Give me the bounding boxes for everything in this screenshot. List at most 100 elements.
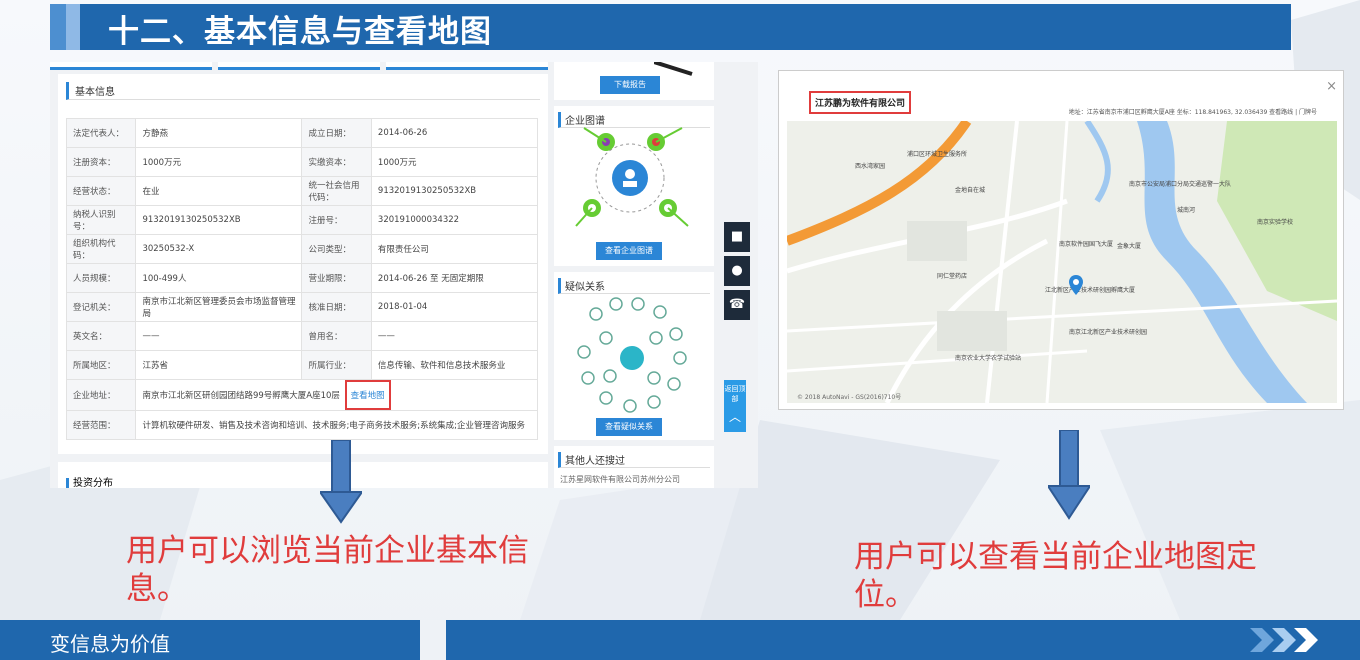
graph-box: 企业图谱 查看企业图谱 (554, 106, 714, 266)
field-value: 100-499人 (135, 263, 303, 293)
relation-heading: 疑似关系 (558, 278, 710, 294)
company-name-label: 江苏鹏为软件有限公司 (809, 91, 912, 114)
title-bar: 十二、基本信息与查看地图 (50, 4, 1291, 50)
download-report-button[interactable]: 下载报告 (600, 76, 660, 94)
address-value: 南京市江北新区研创园团结路99号孵鹰大厦A座10层 (142, 391, 340, 401)
down-arrow-left-icon (320, 440, 362, 524)
table-row: 法定代表人： 方静燕 成立日期： 2014-06-26 (65, 118, 539, 148)
map-label: 南京农业大学农学试验站 (955, 355, 1022, 362)
tab[interactable] (386, 62, 548, 70)
map-label: 西水湾家园 (855, 163, 886, 170)
map-view[interactable]: 浦口区环城卫生服务所 西水湾家园 南京软件园国飞大厦 江北新区产业技术研创园孵鹰大厦南… (787, 121, 1337, 403)
table-row: 组织机构代码： 30250532-X 公司类型： 有限责任公司 (65, 234, 539, 264)
footer-slogan: 变信息为价值 (50, 632, 170, 656)
caption-left: 用户可以浏览当前企业基本信息。 (126, 533, 529, 607)
field-label: 所属行业： (301, 350, 372, 380)
scope-label: 经营范围： (65, 410, 137, 440)
field-value: —— (135, 321, 303, 351)
basic-info-panel: 基本信息 法定代表人： 方静燕 成立日期： 2014-06-26 注册资本： 1000万元… (58, 74, 548, 454)
back-to-top-button[interactable]: 返回顶部 ︿ (724, 380, 746, 432)
back-to-top-label: 返回顶部 (724, 385, 746, 403)
map-label: 浦口区环城卫生服务所 (907, 151, 968, 158)
field-label: 营业期限： (301, 263, 372, 293)
phone-icon[interactable]: ☎ (724, 290, 750, 320)
field-label: 登记机关： (65, 292, 137, 322)
others-item[interactable]: 江苏星网软件有限公司苏州分公司 (554, 474, 714, 485)
basic-info-heading: 基本信息 (66, 82, 540, 100)
tab[interactable] (50, 62, 212, 70)
relation-box: 疑似关系 查看疑似关系 (554, 272, 714, 440)
map-label: 江北新区产业技术研创园孵鹰大厦 (1045, 287, 1136, 294)
others-heading: 其他人还搜过 (558, 452, 710, 468)
table-row: 企业地址： 南京市江北新区研创园团结路99号孵鹰大厦A座10层 查看地图 (65, 379, 538, 411)
map-copyright: © 2018 AutoNavi - GS(2016)710号 (797, 394, 902, 401)
field-value: 2014-06-26 至 无固定期限 (370, 263, 539, 293)
field-value: 信息传输、软件和信息技术服务业 (370, 350, 539, 380)
chat-icon[interactable]: ■ (724, 222, 750, 252)
table-row: 经营状态： 在业 统一社会信用代码： 913201913025053​2XB (65, 176, 539, 206)
table-row: 注册资本： 1000万元 实缴资本： 1000万元 (65, 147, 539, 177)
basic-info-table: 法定代表人： 方静燕 成立日期： 2014-06-26 注册资本： 1000万元 实缴资本：… (65, 118, 539, 440)
map-screenshot: 江苏鹏为软件有限公司 地址：江苏省南京市浦口区孵鹰大厦A座 坐标：118.841… (778, 70, 1344, 410)
field-label: 法定代表人： (65, 118, 137, 148)
map-label: 南京江北新区产业技术研创园 (1069, 329, 1148, 336)
field-value: 1000万元 (370, 147, 539, 177)
table-row: 英文名： —— 曾用名： —— (65, 321, 539, 351)
address-label: 企业地址： (65, 379, 137, 411)
field-label: 实缴资本： (301, 147, 372, 177)
map-pin-icon[interactable] (1069, 275, 1083, 295)
field-value: 在业 (135, 176, 303, 206)
chevrons-icon (1250, 628, 1318, 652)
view-map-link[interactable]: 查看地图 (344, 380, 391, 410)
company-info-screenshot: 基本信息 法定代表人： 方静燕 成立日期： 2014-06-26 注册资本： 1000万元… (50, 62, 758, 488)
invest-heading: 投资分布 (66, 478, 113, 488)
table-row: 所属地区： 江苏省 所属行业： 信息传输、软件和信息技术服务业 (65, 350, 539, 380)
top-tabs (50, 62, 548, 70)
map-label: 南京市公安局浦口分局交通巡警一大队 (1129, 181, 1232, 188)
field-label: 人员规模： (65, 263, 137, 293)
field-label: 注册资本： (65, 147, 137, 177)
qq-icon[interactable]: ● (724, 256, 750, 286)
field-value: 913201913025053​2XB (135, 205, 303, 235)
slide-title: 十二、基本信息与查看地图 (108, 14, 492, 50)
down-arrow-right-icon (1048, 430, 1090, 520)
field-value: 913201913025053​2XB (370, 176, 539, 206)
field-value: 1000万元 (135, 147, 303, 177)
map-header: 江苏鹏为软件有限公司 地址：江苏省南京市浦口区孵鹰大厦A座 坐标：118.841… (779, 71, 1343, 121)
field-value: 2014-06-26 (370, 118, 539, 148)
field-value: 南京市江北新区管理委员会市场监督管理局 (135, 292, 303, 322)
field-value: 江苏省 (135, 350, 303, 380)
footer-left: 变信息为价值 (0, 620, 420, 660)
field-label: 注册号： (301, 205, 372, 235)
view-relation-button[interactable]: 查看疑似关系 (596, 418, 662, 436)
caption-right: 用户可以查看当前企业地图定位。 (854, 539, 1257, 613)
field-label: 经营状态： (65, 176, 137, 206)
field-value: 有限责任公司 (370, 234, 539, 264)
download-box: 下载报告 (554, 62, 714, 100)
field-label: 组织机构代码： (65, 234, 137, 264)
table-row: 人员规模： 100-499人 营业期限： 2014-06-26 至 无固定期限 (65, 263, 539, 293)
company-graph-icon (575, 127, 689, 227)
map-label: 城南河 (1177, 207, 1196, 214)
field-label: 公司类型： (301, 234, 372, 264)
table-row: 纳税人识别号： 913201913025053​2XB 注册号： 3201910000… (65, 205, 539, 235)
floating-buttons: ■ ● ☎ (724, 222, 750, 324)
title-accent (50, 4, 66, 50)
view-graph-button[interactable]: 查看企业图谱 (596, 242, 662, 260)
field-label: 英文名： (65, 321, 137, 351)
map-label: 南京软件园国飞大厦 (1059, 241, 1114, 248)
field-label: 统一社会信用代码： (301, 176, 372, 206)
field-label: 曾用名： (301, 321, 372, 351)
relation-graph-icon (577, 297, 687, 413)
table-row: 经营范围： 计算机软硬件研发、销售及技术咨询和培训、技术服务;电子商务技术服务;… (65, 410, 538, 440)
address-cell: 南京市江北新区研创园团结路99号孵鹰大厦A座10层 查看地图 (135, 379, 538, 411)
close-icon[interactable]: × (1326, 79, 1337, 94)
footer-right (446, 620, 1360, 660)
field-value: 2018-01-04 (370, 292, 539, 322)
field-label: 所属地区： (65, 350, 137, 380)
others-box: 其他人还搜过 江苏星网软件有限公司苏州分公司 (554, 446, 714, 488)
field-value: 320191000034322 (370, 205, 539, 235)
tab[interactable] (218, 62, 380, 70)
map-label: 金象大厦 (1117, 243, 1142, 250)
title-accent-light (66, 4, 80, 50)
